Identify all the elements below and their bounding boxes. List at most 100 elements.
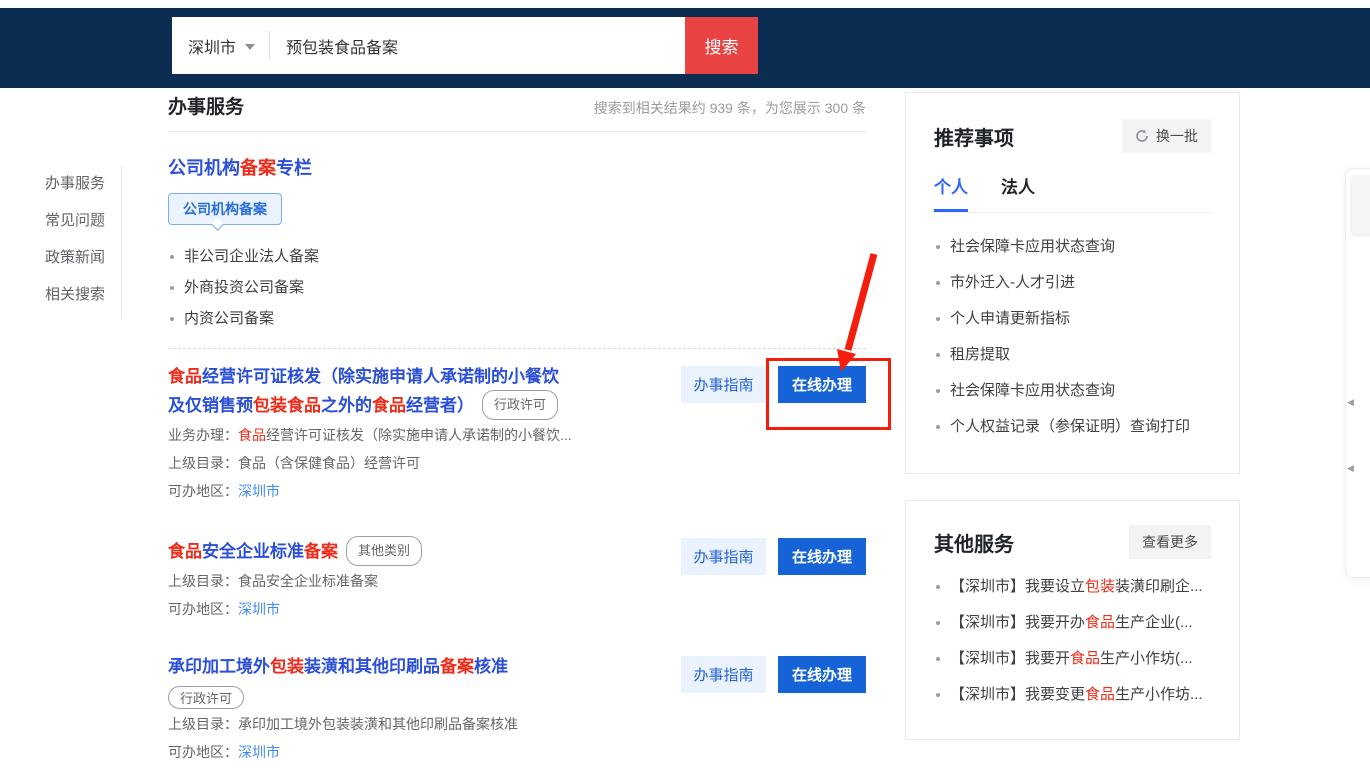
- text-part: 经营许可证核发（除实施申请人承诺制的小餐饮: [202, 367, 559, 386]
- text-part: 生产小作坊(...: [1100, 650, 1193, 667]
- floating-item[interactable]: ◀咨询: [1350, 439, 1370, 501]
- text-part: 备案: [440, 657, 474, 676]
- left-nav-item[interactable]: 办事服务: [45, 176, 105, 192]
- result-title-line: 食品经营许可证核发（除实施申请人承诺制的小餐饮: [168, 364, 665, 390]
- search-button[interactable]: 搜索: [685, 17, 758, 74]
- result-buttons: 办事指南在线办理: [681, 366, 866, 504]
- recommend-item[interactable]: 市外迁入-人才引进: [934, 265, 1211, 301]
- text-part: 包装食品: [253, 396, 321, 415]
- refresh-icon: [1135, 129, 1149, 143]
- text-part: 装潢印刷企...: [1115, 578, 1203, 595]
- left-nav: 办事服务常见问题政策新闻相关搜索: [45, 176, 105, 324]
- result-title[interactable]: 承印加工境外包装装潢和其他印刷品备案核准: [168, 654, 665, 680]
- tab-personal[interactable]: 个人: [934, 173, 968, 212]
- text-part: 食品: [372, 396, 406, 415]
- recommend-list: 社会保障卡应用状态查询市外迁入-人才引进个人申请更新指标租房提取社会保障卡应用状…: [934, 229, 1211, 445]
- refresh-button[interactable]: 换一批: [1122, 119, 1211, 153]
- site-header: 深圳市 搜索: [0, 8, 1370, 88]
- search-input[interactable]: [270, 17, 685, 74]
- guide-button[interactable]: 办事指南: [681, 538, 766, 575]
- guide-button[interactable]: 办事指南: [681, 366, 766, 403]
- result-item: 食品经营许可证核发（除实施申请人承诺制的小餐饮及仅销售预包装食品之外的食品经营者…: [168, 349, 866, 521]
- collapse-arrow-icon: ◀: [1347, 397, 1354, 408]
- text-part[interactable]: 深圳市: [238, 601, 280, 617]
- other-service-item[interactable]: 【深圳市】我要开办食品生产企业(...: [934, 605, 1211, 641]
- recommend-item[interactable]: 租房提取: [934, 337, 1211, 373]
- left-nav-divider: [121, 166, 122, 318]
- text-part: 专栏: [276, 158, 312, 178]
- floating-item[interactable]: 政民: [1350, 175, 1370, 237]
- special-link[interactable]: 非公司企业法人备案: [168, 241, 866, 272]
- text-part: 食品: [1085, 614, 1115, 631]
- region-select[interactable]: 深圳市: [172, 17, 269, 74]
- meta-label: 上级目录：: [168, 573, 238, 589]
- other-services-title: 其他服务: [934, 528, 1014, 557]
- category-tag: 行政许可: [482, 390, 558, 420]
- left-nav-item[interactable]: 政策新闻: [45, 250, 105, 266]
- result-content: 食品经营许可证核发（除实施申请人承诺制的小餐饮及仅销售预包装食品之外的食品经营者…: [168, 364, 681, 504]
- floating-item[interactable]: 智能: [1350, 505, 1370, 567]
- special-column-tag[interactable]: 公司机构备案: [168, 193, 282, 225]
- other-service-item[interactable]: 【深圳市】我要设立包装装潢印刷企...: [934, 569, 1211, 605]
- recommend-item[interactable]: 个人申请更新指标: [934, 301, 1211, 337]
- recommend-card-title: 推荐事项: [934, 122, 1014, 151]
- result-item: 承印加工境外包装装潢和其他印刷品备案核准行政许可上级目录：承印加工境外包装装潢和…: [168, 639, 866, 782]
- special-link[interactable]: 外商投资公司备案: [168, 272, 866, 303]
- online-button[interactable]: 在线办理: [778, 538, 866, 575]
- text-part: 【深圳市】我要设立: [950, 578, 1085, 595]
- tab-legal[interactable]: 法人: [1001, 173, 1035, 212]
- text-part: 经营许可证核发（除实施申请人承诺制的小餐饮...: [266, 427, 572, 443]
- meta-label: 可办地区：: [168, 744, 238, 760]
- chevron-down-icon: [245, 44, 255, 50]
- recommend-item[interactable]: 社会保障卡应用状态查询: [934, 229, 1211, 265]
- meta-row: 上级目录：食品（含保健食品）经营许可: [168, 450, 665, 476]
- recommend-card: 推荐事项 换一批 个人法人 社会保障卡应用状态查询市外迁入-人才引进个人申请更新…: [905, 92, 1240, 474]
- left-nav-item[interactable]: 常见问题: [45, 213, 105, 229]
- text-part: 食品: [238, 427, 266, 443]
- result-title[interactable]: 食品安全企业标准备案其他类别: [168, 536, 665, 566]
- online-button[interactable]: 在线办理: [778, 656, 866, 693]
- text-part: 装潢和其他印刷品: [304, 657, 440, 676]
- special-column: 公司机构备案专栏 公司机构备案 非公司企业法人备案外商投资公司备案内资公司备案: [168, 154, 866, 334]
- result-title-line: 食品安全企业标准备案其他类别: [168, 536, 665, 566]
- special-column-title[interactable]: 公司机构备案专栏: [168, 154, 866, 180]
- meta-label: 可办地区：: [168, 483, 238, 499]
- text-part: 食品（含保健食品）经营许可: [238, 455, 420, 471]
- special-link[interactable]: 内资公司备案: [168, 303, 866, 334]
- refresh-button-label: 换一批: [1156, 126, 1198, 146]
- text-part[interactable]: 深圳市: [238, 483, 280, 499]
- results-list: 食品经营许可证核发（除实施申请人承诺制的小餐饮及仅销售预包装食品之外的食品经营者…: [168, 349, 866, 782]
- text-part: 【深圳市】我要开办: [950, 614, 1085, 631]
- left-nav-item[interactable]: 相关搜索: [45, 287, 105, 303]
- text-part: 承印加工境外包装装潢和其他印刷品备案核准: [238, 716, 518, 732]
- more-button[interactable]: 查看更多: [1129, 525, 1211, 559]
- result-buttons: 办事指南在线办理: [681, 538, 866, 622]
- text-part: 食品: [168, 542, 202, 561]
- guide-button[interactable]: 办事指南: [681, 656, 766, 693]
- meta-row: 可办地区：深圳市: [168, 478, 665, 504]
- recommend-item[interactable]: 社会保障卡应用状态查询: [934, 373, 1211, 409]
- text-part: 生产企业(...: [1115, 614, 1193, 631]
- more-button-label: 查看更多: [1142, 532, 1198, 552]
- floating-item[interactable]: 我要: [1350, 307, 1370, 369]
- text-part: 食品: [168, 367, 202, 386]
- result-title[interactable]: 食品经营许可证核发（除实施申请人承诺制的小餐饮及仅销售预包装食品之外的食品经营者…: [168, 364, 665, 420]
- text-part[interactable]: 深圳市: [238, 744, 280, 760]
- meta-label: 上级目录：: [168, 455, 238, 471]
- result-content: 食品安全企业标准备案其他类别上级目录：食品安全企业标准备案可办地区：深圳市: [168, 536, 681, 622]
- text-part: 承印加工境外: [168, 657, 270, 676]
- online-button[interactable]: 在线办理: [778, 366, 866, 403]
- special-column-links: 非公司企业法人备案外商投资公司备案内资公司备案: [168, 241, 866, 334]
- meta-label: 业务办理：: [168, 427, 238, 443]
- floating-item[interactable]: ◀我要: [1350, 373, 1370, 435]
- meta-label: 上级目录：: [168, 716, 238, 732]
- recommend-item[interactable]: 个人权益记录（参保证明）查询打印: [934, 409, 1211, 445]
- floating-item[interactable]: 我要: [1350, 241, 1370, 303]
- other-service-item[interactable]: 【深圳市】我要变更食品生产小作坊...: [934, 677, 1211, 713]
- text-part: 核准: [474, 657, 508, 676]
- result-title-line: 承印加工境外包装装潢和其他印刷品备案核准: [168, 654, 665, 680]
- result-content: 承印加工境外包装装潢和其他印刷品备案核准行政许可上级目录：承印加工境外包装装潢和…: [168, 654, 681, 765]
- text-part: 【深圳市】我要变更: [950, 686, 1085, 703]
- other-service-item[interactable]: 【深圳市】我要开食品生产小作坊(...: [934, 641, 1211, 677]
- recommend-tabs: 个人法人: [934, 173, 1211, 213]
